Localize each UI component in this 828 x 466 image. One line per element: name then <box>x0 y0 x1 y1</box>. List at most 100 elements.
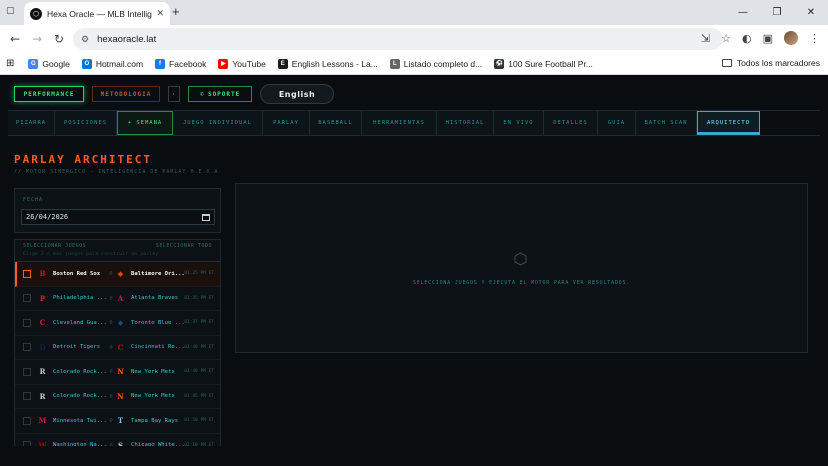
game-checkbox[interactable] <box>23 441 31 446</box>
game-checkbox[interactable] <box>23 392 31 401</box>
puzzle-extensions-icon[interactable]: ▣ <box>763 32 773 45</box>
new-tab-button[interactable]: + <box>172 4 180 19</box>
bookmark-item[interactable]: O Hotmail.com <box>81 58 144 69</box>
at-symbol: @ <box>109 295 113 301</box>
at-symbol: @ <box>109 320 113 326</box>
away-team-logo-icon: M <box>38 416 47 426</box>
bookmark-item[interactable]: ▶ YouTube <box>218 58 266 69</box>
all-bookmarks-label: Todos los marcadores <box>736 58 820 68</box>
game-time: 02:10 PM ET <box>184 442 214 446</box>
bookmark-label: Listado completo d... <box>403 58 483 69</box>
bookmark-favicon-icon: O <box>81 58 92 69</box>
whatsapp-icon: ✆ <box>199 90 205 98</box>
tab-title: Hexa Oracle — MLB Intelligenc <box>47 8 152 19</box>
game-checkbox[interactable] <box>23 269 31 278</box>
nav-tab[interactable]: JUEGO INDIVIDUAL <box>173 111 263 135</box>
performance-button[interactable]: PERFORMANCE <box>14 86 84 102</box>
games-list: B Boston Red Sox @ ◆ Baltimore Ori... 01:35 P… <box>15 262 220 446</box>
reload-icon[interactable]: ↻ <box>48 32 70 46</box>
home-team-name: New York Mets <box>131 368 175 375</box>
game-row[interactable]: P Philadelphia ... @ A Atlanta Braves 01:35 P… <box>15 287 220 311</box>
game-row[interactable]: M Minnesota Twi... @ T Tampa Bay Rays 01:50 P… <box>15 409 220 434</box>
tab-search-icon[interactable]: ▢ <box>6 6 15 16</box>
away-team-logo-icon: D <box>39 342 46 352</box>
nav-tab[interactable]: + SEMANA <box>117 111 173 135</box>
nav-tab[interactable]: ARQUITECTO <box>697 111 760 135</box>
nav-tab[interactable]: PARLAY <box>263 111 310 135</box>
forward-arrow-icon[interactable]: → <box>26 32 48 46</box>
bookmark-label: Google <box>42 58 70 69</box>
nav-tab[interactable]: BATCH SCAN <box>636 111 697 135</box>
game-time: 01:45 PM ET <box>184 393 214 399</box>
select-games-label: SELECCIONAR JUEGOS <box>23 243 87 249</box>
browser-tab[interactable]: ⬡ Hexa Oracle — MLB Intelligenc ✕ <box>24 2 170 25</box>
close-window-icon[interactable]: ✕ <box>794 0 828 25</box>
bookmark-star-icon[interactable]: ☆ <box>721 32 731 45</box>
results-empty-message: SELECCIONA JUEGOS Y EJECUTA EL MOTOR PAR… <box>412 280 631 286</box>
game-time: 01:35 PM ET <box>184 271 214 277</box>
metodologia-button[interactable]: METODOLOGIA <box>92 86 160 102</box>
soporte-button[interactable]: ✆ SOPORTE <box>188 86 252 102</box>
bookmark-item[interactable]: E English Lessons - La... <box>277 58 378 69</box>
date-input[interactable]: 26/04/2026 <box>21 209 215 225</box>
back-arrow-icon[interactable]: ← <box>4 32 26 46</box>
more-button[interactable]: · <box>168 86 180 102</box>
nav-tab[interactable]: HISTORIAL <box>437 111 494 135</box>
game-checkbox[interactable] <box>23 294 31 303</box>
home-team-logo-icon: N <box>117 391 124 401</box>
address-bar[interactable]: ⚙ hexaoracle.lat <box>73 28 723 50</box>
game-time: 01:40 PM ET <box>184 369 214 375</box>
menu-kebab-icon[interactable]: ⋮ <box>809 32 820 45</box>
results-panel: SELECCIONA JUEGOS Y EJECUTA EL MOTOR PAR… <box>235 183 808 353</box>
minimize-icon[interactable]: — <box>726 0 760 25</box>
bookmark-item[interactable]: ⚽ 100 Sure Football Pr... <box>494 58 593 69</box>
home-team-logo-icon: ◆ <box>117 318 124 328</box>
at-symbol: @ <box>109 344 113 350</box>
nav-tab[interactable]: PIZARRA <box>8 111 55 135</box>
nav-tab[interactable]: DETALLES <box>544 111 598 135</box>
apps-grid-icon[interactable]: ⊞ <box>6 58 14 69</box>
nav-tab[interactable]: GUIA <box>598 111 636 135</box>
bookmark-favicon-icon: ⚽ <box>494 58 505 69</box>
bookmark-item[interactable]: L Listado completo d... <box>389 58 483 69</box>
games-hint: Elige 2 o mas juegos para construir un p… <box>23 252 159 257</box>
extension-icon[interactable]: ◐ <box>742 32 752 45</box>
site-settings-icon[interactable]: ⚙ <box>81 34 89 45</box>
game-row[interactable]: C Cleveland Gua... @ ◆ Toronto Blue ... 01:37… <box>15 311 220 336</box>
close-tab-icon[interactable]: ✕ <box>156 8 164 19</box>
profile-avatar[interactable] <box>784 31 798 45</box>
select-all-button[interactable]: SELECCIONAR TODO <box>156 243 212 249</box>
bookmark-item[interactable]: f Facebook <box>155 58 206 69</box>
away-team-logo-icon: C <box>39 318 46 328</box>
main-nav-tabs: PIZARRA POSICIONES + SEMANA JUEGO INDIVIDUA… <box>8 110 820 136</box>
nav-tab[interactable]: BASEBALL <box>310 111 362 135</box>
browser-toolbar: ← → ↻ ⚙ hexaoracle.lat ⇲ ☆ ◐ ▣ ⋮ <box>0 25 828 53</box>
hexagon-icon <box>514 252 527 266</box>
game-row[interactable]: B Boston Red Sox @ ◆ Baltimore Ori... 01:35 P… <box>15 262 220 287</box>
all-bookmarks[interactable]: Todos los marcadores <box>721 58 820 68</box>
game-checkbox[interactable] <box>23 416 31 425</box>
date-value: 26/04/2026 <box>26 213 69 221</box>
game-time: 01:37 PM ET <box>184 320 214 326</box>
nav-tab[interactable]: EN VIVO <box>494 111 544 135</box>
bookmark-label: Hotmail.com <box>95 58 144 69</box>
game-checkbox[interactable] <box>23 367 31 376</box>
address-text: hexaoracle.lat <box>97 33 157 45</box>
install-app-icon[interactable]: ⇲ <box>701 32 710 45</box>
game-row[interactable]: D Detroit Tigers @ C Cincinnati Re... 01:40 P… <box>15 336 220 360</box>
nav-tab[interactable]: HERRAMIENTAS <box>362 111 437 135</box>
nav-tab[interactable]: POSICIONES <box>55 111 117 135</box>
home-team-name: Cincinnati Re... <box>131 344 184 351</box>
language-button[interactable]: English <box>260 84 334 104</box>
browser-tabstrip: ▢ ⬡ Hexa Oracle — MLB Intelligenc ✕ + — … <box>0 0 828 25</box>
restore-icon[interactable]: ❐ <box>760 0 794 25</box>
away-team-logo-icon: W <box>38 440 47 446</box>
game-row[interactable]: R Colorado Rock... @ N New York Mets 01:45 PM… <box>15 385 220 409</box>
game-checkbox[interactable] <box>23 318 31 327</box>
calendar-icon[interactable] <box>202 213 210 221</box>
bookmark-favicon-icon: f <box>155 58 166 69</box>
game-row[interactable]: W Washington Na... @ S Chicago White... 02:10… <box>15 434 220 446</box>
game-checkbox[interactable] <box>23 343 31 352</box>
game-row[interactable]: R Colorado Rock... @ N New York Mets 01:40 PM… <box>15 360 220 385</box>
bookmark-item[interactable]: G Google <box>28 58 70 69</box>
